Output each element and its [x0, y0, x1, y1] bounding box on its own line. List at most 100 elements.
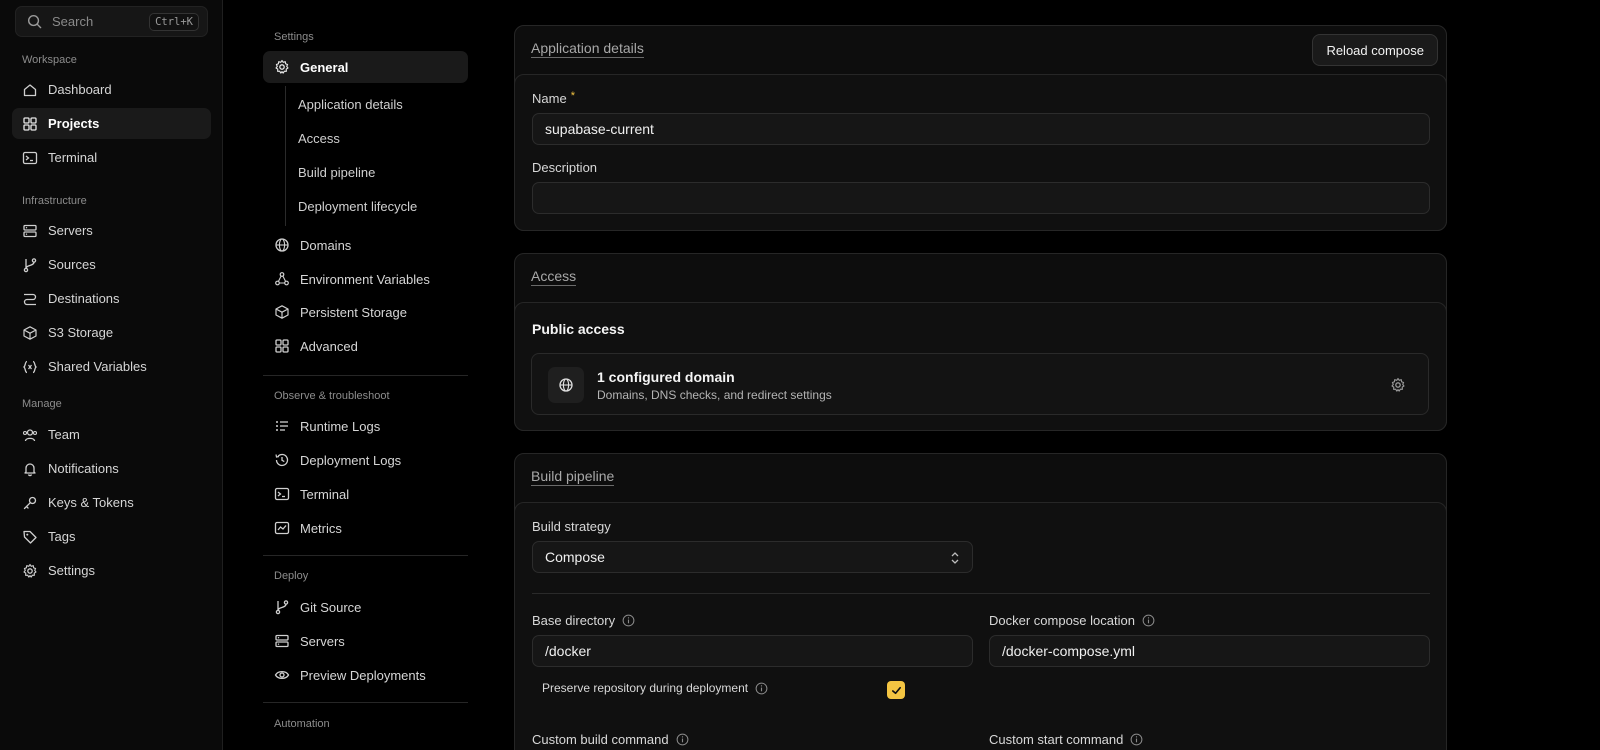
sidebar-item-label: Tags — [48, 529, 76, 544]
configured-domains-row[interactable]: 1 configured domain Domains, DNS checks,… — [531, 353, 1429, 415]
variables-icon — [274, 271, 290, 287]
sidebar-item-label: Dashboard — [48, 82, 112, 97]
domain-description: Domains, DNS checks, and redirect settin… — [597, 388, 832, 402]
search-box[interactable]: Search Ctrl+K — [15, 6, 208, 37]
settings-item-label: Servers — [300, 633, 345, 649]
access-card: Access Public access 1 configured domain… — [514, 253, 1447, 431]
group-label-manage: Manage — [22, 398, 62, 410]
variable-icon — [22, 359, 38, 375]
gear-icon — [274, 59, 290, 75]
info-icon[interactable] — [1142, 614, 1155, 627]
app-sidebar: Search Ctrl+K Workspace Dashboard Projec… — [0, 0, 223, 750]
info-icon[interactable] — [1130, 733, 1143, 746]
sidebar-item-label: Team — [48, 427, 80, 442]
sidebar-item-label: Terminal — [48, 150, 98, 165]
preserve-repository-checkbox[interactable] — [887, 681, 905, 699]
route-icon — [22, 291, 38, 307]
settings-item-label: Environment Variables — [300, 271, 430, 287]
name-label: Name * — [532, 89, 575, 107]
settings-item-deployment-logs[interactable]: Deployment Logs — [263, 444, 468, 476]
settings-subitem-application-details[interactable]: Application details — [298, 89, 403, 119]
reload-compose-button[interactable]: Reload compose — [1312, 34, 1438, 66]
sidebar-item-dashboard[interactable]: Dashboard — [12, 74, 211, 105]
settings-item-servers[interactable]: Servers — [263, 625, 468, 657]
settings-item-environment-variables[interactable]: Environment Variables — [263, 263, 468, 295]
sidebar-item-keys-tokens[interactable]: Keys & Tokens — [12, 487, 211, 518]
settings-item-label: Deployment Logs — [300, 452, 402, 468]
globe-icon — [548, 367, 584, 403]
build-strategy-label: Build strategy — [532, 519, 611, 534]
preserve-repository-label: Preserve repository during deployment — [542, 681, 768, 695]
settings-item-runtime-logs[interactable]: Runtime Logs — [263, 410, 468, 442]
base-directory-input[interactable]: /docker — [532, 635, 973, 667]
custom-build-label: Custom build command — [532, 732, 689, 747]
settings-item-git-source[interactable]: Git Source — [263, 591, 468, 623]
build-strategy-select[interactable]: Compose — [532, 541, 973, 573]
sidebar-item-destinations[interactable]: Destinations — [12, 283, 211, 314]
domain-count: 1 configured domain — [597, 369, 735, 385]
history-icon — [274, 452, 290, 468]
section-label-observe: Observe & troubleshoot — [274, 390, 390, 402]
sidebar-item-label: Notifications — [48, 461, 119, 476]
settings-item-label: Git Source — [300, 599, 362, 615]
bell-icon — [22, 461, 38, 477]
section-label-settings: Settings — [274, 31, 314, 43]
subnav-line — [285, 86, 286, 226]
section-label-automation: Automation — [274, 718, 330, 730]
section-label-deploy: Deploy — [274, 570, 309, 582]
settings-item-advanced[interactable]: Advanced — [263, 330, 468, 362]
sidebar-item-notifications[interactable]: Notifications — [12, 453, 211, 484]
settings-item-label: Domains — [300, 237, 352, 253]
card-title: Access — [531, 268, 577, 286]
sidebar-item-tags[interactable]: Tags — [12, 521, 211, 552]
settings-subitem-deployment-lifecycle[interactable]: Deployment lifecycle — [298, 191, 417, 221]
group-label-workspace: Workspace — [22, 54, 77, 66]
settings-subitem-build-pipeline[interactable]: Build pipeline — [298, 157, 375, 187]
description-input[interactable] — [532, 182, 1430, 214]
settings-item-label: Runtime Logs — [300, 418, 381, 434]
users-icon — [22, 427, 38, 443]
box-icon — [22, 325, 38, 341]
info-icon[interactable] — [676, 733, 689, 746]
grid-icon — [22, 116, 38, 132]
sidebar-item-shared-variables[interactable]: Shared Variables — [12, 351, 211, 382]
globe-icon — [274, 237, 290, 253]
sidebar-item-projects[interactable]: Projects — [12, 108, 211, 139]
settings-item-terminal[interactable]: Terminal — [263, 478, 468, 510]
chart-icon — [274, 520, 290, 536]
gear-icon — [22, 563, 38, 579]
settings-subitem-access[interactable]: Access — [298, 123, 340, 153]
sidebar-item-sources[interactable]: Sources — [12, 249, 211, 280]
card-title: Application details — [531, 40, 644, 58]
sidebar-item-team[interactable]: Team — [12, 419, 211, 450]
git-branch-icon — [22, 257, 38, 273]
sidebar-item-servers[interactable]: Servers — [12, 215, 211, 246]
terminal-icon — [22, 150, 38, 166]
custom-build-label-text: Custom build command — [532, 732, 669, 747]
sidebar-item-s3-storage[interactable]: S3 Storage — [12, 317, 211, 348]
home-icon — [22, 82, 38, 98]
chevron-up-down-icon — [950, 551, 960, 565]
settings-item-label: General — [300, 59, 349, 75]
info-icon[interactable] — [622, 614, 635, 627]
settings-item-preview-deployments[interactable]: Preview Deployments — [263, 659, 468, 691]
sidebar-item-terminal[interactable]: Terminal — [12, 142, 211, 173]
compose-location-input[interactable]: /docker-compose.yml — [989, 635, 1430, 667]
required-marker: * — [570, 89, 575, 102]
settings-item-persistent-storage[interactable]: Persistent Storage — [263, 296, 468, 328]
build-pipeline-card: Build pipeline Build strategy Compose Ba… — [514, 453, 1447, 750]
check-icon — [891, 685, 902, 696]
name-input[interactable]: supabase-current — [532, 113, 1430, 145]
settings-item-domains[interactable]: Domains — [263, 229, 468, 261]
settings-item-general[interactable]: General — [263, 51, 468, 83]
sidebar-item-label: Keys & Tokens — [48, 495, 134, 510]
settings-item-metrics[interactable]: Metrics — [263, 512, 468, 544]
sidebar-item-label: Shared Variables — [48, 359, 147, 374]
group-label-infrastructure: Infrastructure — [22, 195, 87, 207]
server-icon — [274, 633, 290, 649]
tag-icon — [22, 529, 38, 545]
info-icon[interactable] — [755, 682, 768, 695]
gear-icon[interactable] — [1390, 377, 1406, 393]
settings-item-label: Terminal — [300, 486, 350, 502]
sidebar-item-settings[interactable]: Settings — [12, 555, 211, 586]
